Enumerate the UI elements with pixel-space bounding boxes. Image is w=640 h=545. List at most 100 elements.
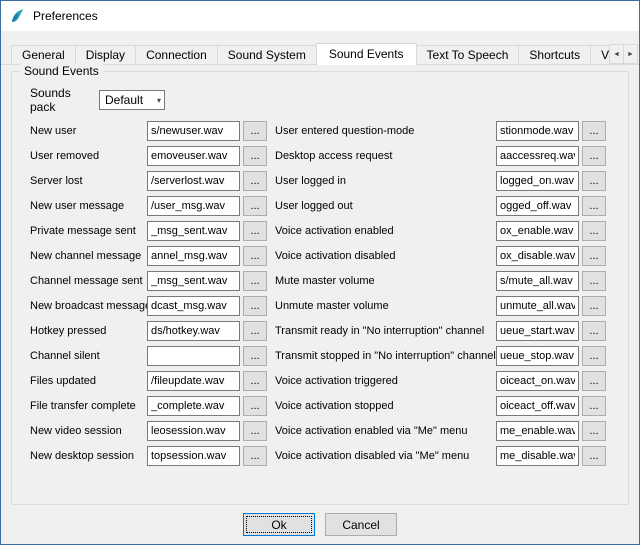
- browse-button[interactable]: ...: [582, 421, 606, 441]
- tab-sound-system[interactable]: Sound System: [217, 45, 317, 64]
- browse-button[interactable]: ...: [582, 296, 606, 316]
- sound-file-input[interactable]: [496, 171, 579, 191]
- sound-event-row: Voice activation disabled...: [275, 243, 606, 268]
- cancel-button[interactable]: Cancel: [325, 513, 397, 536]
- tab-display[interactable]: Display: [75, 45, 136, 64]
- preferences-window: Preferences GeneralDisplayConnectionSoun…: [0, 0, 640, 545]
- sound-file-input[interactable]: [147, 221, 240, 241]
- tab-bar: GeneralDisplayConnectionSound SystemSoun…: [11, 43, 639, 64]
- sound-file-input[interactable]: [496, 221, 579, 241]
- sound-file-input[interactable]: [147, 421, 240, 441]
- sound-event-label: New desktop session: [30, 450, 147, 462]
- sound-file-input[interactable]: [496, 446, 579, 466]
- browse-button[interactable]: ...: [243, 171, 267, 191]
- sound-file-input[interactable]: [147, 321, 240, 341]
- sound-event-row: Private message sent...: [30, 218, 267, 243]
- tab-connection[interactable]: Connection: [135, 45, 218, 64]
- browse-button[interactable]: ...: [243, 121, 267, 141]
- browse-button[interactable]: ...: [582, 246, 606, 266]
- browse-button[interactable]: ...: [582, 346, 606, 366]
- sound-file-input[interactable]: [496, 196, 579, 216]
- browse-button[interactable]: ...: [582, 371, 606, 391]
- sounds-pack-row: Sounds pack Default ▾: [30, 90, 610, 110]
- sound-file-input[interactable]: [496, 121, 579, 141]
- browse-button[interactable]: ...: [243, 271, 267, 291]
- tab-shortcuts[interactable]: Shortcuts: [518, 45, 591, 64]
- sound-event-label: Transmit stopped in "No interruption" ch…: [275, 350, 496, 362]
- sound-event-row: Voice activation enabled...: [275, 218, 606, 243]
- sound-file-input[interactable]: [147, 196, 240, 216]
- sound-event-label: Private message sent: [30, 225, 147, 237]
- sound-event-row: Mute master volume...: [275, 268, 606, 293]
- browse-button[interactable]: ...: [243, 246, 267, 266]
- title-bar: Preferences: [1, 1, 639, 31]
- sound-event-label: New user: [30, 125, 147, 137]
- browse-button[interactable]: ...: [243, 421, 267, 441]
- sound-event-row: New user...: [30, 118, 267, 143]
- sound-file-input[interactable]: [147, 446, 240, 466]
- browse-button[interactable]: ...: [243, 221, 267, 241]
- sound-event-label: New broadcast message: [30, 300, 147, 312]
- sound-event-row: New broadcast message...: [30, 293, 267, 318]
- sound-event-row: New user message...: [30, 193, 267, 218]
- sound-file-input[interactable]: [147, 296, 240, 316]
- sound-file-input[interactable]: [147, 246, 240, 266]
- sound-event-label: Voice activation enabled via "Me" menu: [275, 425, 496, 437]
- sound-event-row: Files updated...: [30, 368, 267, 393]
- sound-file-input[interactable]: [496, 271, 579, 291]
- sound-file-input[interactable]: [147, 396, 240, 416]
- browse-button[interactable]: ...: [243, 396, 267, 416]
- tab-sound-events[interactable]: Sound Events: [316, 43, 417, 65]
- sound-event-label: Files updated: [30, 375, 147, 387]
- sound-file-input[interactable]: [496, 146, 579, 166]
- browse-button[interactable]: ...: [582, 221, 606, 241]
- tab-text-to-speech[interactable]: Text To Speech: [416, 45, 520, 64]
- sound-file-input[interactable]: [147, 121, 240, 141]
- tab-scroll-right-icon[interactable]: ►: [623, 44, 638, 64]
- browse-button[interactable]: ...: [582, 171, 606, 191]
- sound-file-input[interactable]: [147, 346, 240, 366]
- sound-event-label: New user message: [30, 200, 147, 212]
- browse-button[interactable]: ...: [582, 271, 606, 291]
- sound-file-input[interactable]: [147, 171, 240, 191]
- sound-file-input[interactable]: [496, 371, 579, 391]
- browse-button[interactable]: ...: [243, 321, 267, 341]
- browse-button[interactable]: ...: [582, 121, 606, 141]
- sound-event-label: File transfer complete: [30, 400, 147, 412]
- events-grid: New user...User removed...Server lost...…: [30, 118, 610, 468]
- sound-file-input[interactable]: [496, 346, 579, 366]
- browse-button[interactable]: ...: [582, 321, 606, 341]
- browse-button[interactable]: ...: [582, 196, 606, 216]
- tab-general[interactable]: General: [11, 45, 76, 64]
- sound-file-input[interactable]: [147, 146, 240, 166]
- sound-file-input[interactable]: [496, 296, 579, 316]
- sound-event-row: Transmit stopped in "No interruption" ch…: [275, 343, 606, 368]
- browse-button[interactable]: ...: [243, 296, 267, 316]
- sound-file-input[interactable]: [496, 246, 579, 266]
- browse-button[interactable]: ...: [243, 196, 267, 216]
- sound-event-row: Voice activation stopped...: [275, 393, 606, 418]
- ok-button[interactable]: Ok: [243, 513, 315, 536]
- sound-file-input[interactable]: [147, 371, 240, 391]
- sound-event-label: User entered question-mode: [275, 125, 496, 137]
- sound-event-row: Channel silent...: [30, 343, 267, 368]
- sound-event-label: Desktop access request: [275, 150, 496, 162]
- browse-button[interactable]: ...: [582, 146, 606, 166]
- sound-file-input[interactable]: [496, 321, 579, 341]
- sounds-pack-value: Default: [105, 93, 143, 107]
- tab-scroll-left-icon[interactable]: ◄: [609, 44, 624, 64]
- sound-event-label: Voice activation disabled via "Me" menu: [275, 450, 496, 462]
- browse-button[interactable]: ...: [243, 446, 267, 466]
- sound-event-label: Voice activation enabled: [275, 225, 496, 237]
- browse-button[interactable]: ...: [243, 371, 267, 391]
- browse-button[interactable]: ...: [243, 146, 267, 166]
- tab-strip: GeneralDisplayConnectionSound SystemSoun…: [1, 42, 639, 65]
- sounds-pack-select[interactable]: Default ▾: [99, 90, 165, 110]
- sound-file-input[interactable]: [147, 271, 240, 291]
- sound-file-input[interactable]: [496, 396, 579, 416]
- browse-button[interactable]: ...: [582, 446, 606, 466]
- browse-button[interactable]: ...: [582, 396, 606, 416]
- sound-file-input[interactable]: [496, 421, 579, 441]
- browse-button[interactable]: ...: [243, 346, 267, 366]
- sounds-pack-label: Sounds pack: [30, 86, 99, 114]
